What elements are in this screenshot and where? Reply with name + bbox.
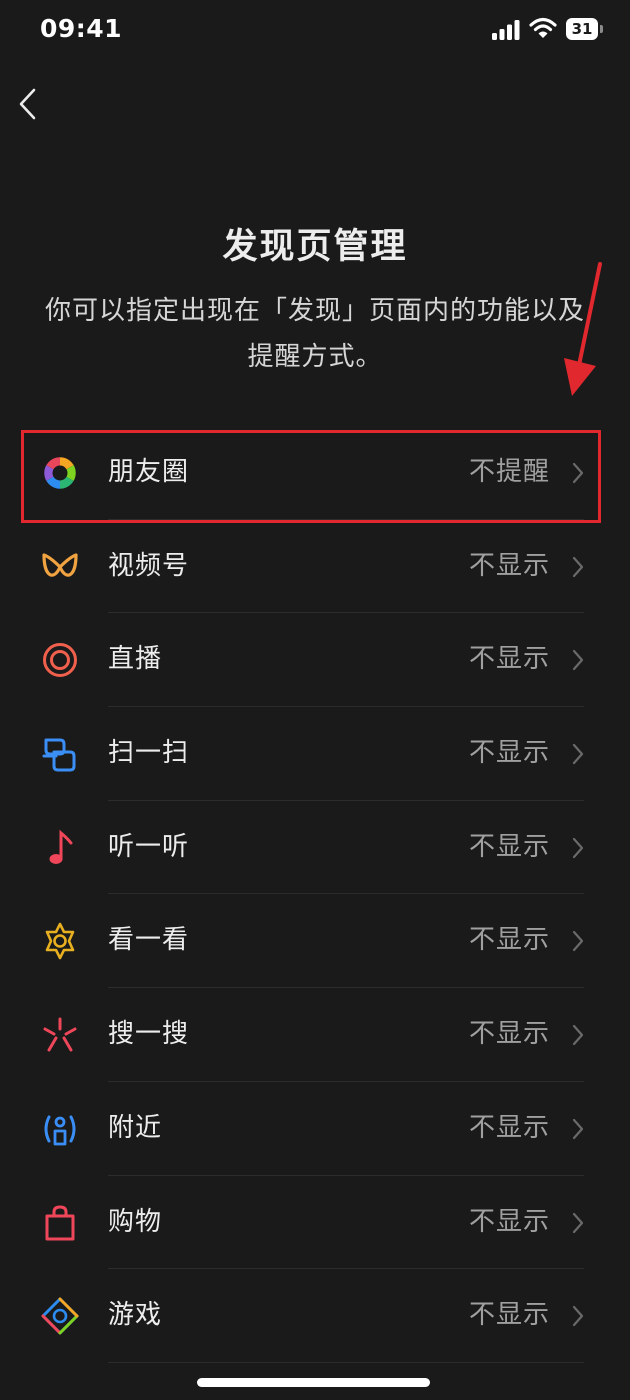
chevron-right-icon	[572, 1118, 584, 1139]
battery-cap	[600, 25, 603, 33]
page-description: 你可以指定出现在「发现」页面内的功能以及提醒方式。	[44, 296, 585, 372]
home-indicator	[197, 1378, 430, 1387]
item-status: 不显示	[468, 738, 550, 769]
highlight-box-annotation	[21, 430, 601, 523]
item-label: 搜一搜	[108, 1019, 190, 1050]
item-status: 不显示	[468, 1300, 550, 1331]
nearby-icon	[44, 1115, 76, 1146]
chevron-right-icon	[572, 1025, 584, 1046]
music-note-icon	[49, 829, 73, 864]
page-title: 发现页管理	[222, 227, 408, 267]
list-item-channels[interactable]: 视频号 不显示	[0, 520, 630, 614]
list-item-search[interactable]: 搜一搜 不显示	[0, 988, 630, 1082]
item-status: 不显示	[468, 644, 550, 675]
battery-level: 31	[566, 18, 598, 40]
status-bar: 09:41 31	[0, 0, 630, 62]
back-button[interactable]	[8, 80, 48, 128]
chevron-right-icon	[572, 1306, 584, 1327]
list-item-games[interactable]: 游戏 不显示	[0, 1269, 630, 1363]
wifi-icon	[529, 17, 557, 38]
item-label: 直播	[108, 644, 163, 675]
item-status: 不显示	[468, 1019, 550, 1050]
item-status: 不显示	[468, 1112, 550, 1143]
list-item-nearby[interactable]: 附近 不显示	[0, 1082, 630, 1176]
signal-icon	[492, 20, 520, 40]
item-label: 游戏	[108, 1300, 163, 1331]
item-label: 视频号	[108, 550, 190, 581]
status-time: 09:41	[40, 14, 123, 43]
item-label: 附近	[108, 1112, 163, 1143]
chevron-right-icon	[572, 743, 584, 765]
search-icon	[43, 1017, 77, 1052]
list-item-scan[interactable]: 扫一扫 不显示	[0, 707, 630, 801]
discover-items-list: 朋友圈 不提醒 视频号 不显示 直播 不显示 扫一扫 不显示 听一听 不显示 看…	[0, 426, 630, 1363]
discover-management-screen: 09:41 31 发现页管理 你可以指定出现在「发现」页面内的功能以及提醒方式。	[0, 0, 630, 1400]
chevron-right-icon	[572, 556, 584, 577]
chevron-right-icon	[572, 931, 584, 952]
chevron-left-icon	[19, 88, 36, 120]
chevron-right-icon	[572, 1212, 584, 1233]
list-item-live[interactable]: 直播 不显示	[0, 613, 630, 708]
battery-icon: 31	[566, 18, 604, 40]
item-label: 看一看	[108, 925, 190, 956]
red-arrow-annotation	[564, 262, 602, 396]
item-status: 不显示	[468, 925, 550, 956]
item-status: 不显示	[468, 550, 550, 581]
divider	[108, 1361, 584, 1363]
list-item-top-stories[interactable]: 看一看 不显示	[0, 894, 630, 989]
shopping-bag-icon	[45, 1204, 75, 1240]
chevron-right-icon	[572, 650, 584, 671]
list-item-shopping[interactable]: 购物 不显示	[0, 1176, 630, 1270]
list-item-listen[interactable]: 听一听 不显示	[0, 801, 630, 895]
channels-icon	[42, 553, 78, 577]
chevron-right-icon	[572, 837, 584, 858]
item-label: 购物	[108, 1206, 163, 1237]
scan-icon	[42, 738, 76, 772]
top-stories-icon	[45, 923, 75, 960]
item-status: 不显示	[468, 831, 550, 862]
live-icon	[43, 643, 77, 678]
item-status: 不显示	[468, 1206, 550, 1237]
item-label: 扫一扫	[108, 738, 190, 769]
item-label: 听一听	[108, 831, 190, 862]
games-icon	[41, 1297, 79, 1335]
